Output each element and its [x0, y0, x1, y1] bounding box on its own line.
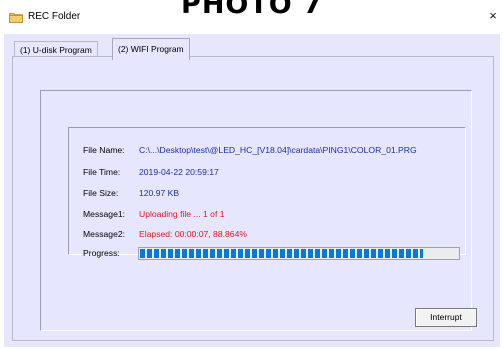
- tab-panel-wifi-program: File Name: C:\...\Desktop\test\@LED_HC_[…: [12, 56, 494, 341]
- overlay-caption: PHOTO 7: [181, 0, 323, 20]
- interrupt-button[interactable]: Interrupt: [415, 308, 477, 327]
- file-name-value: C:\...\Desktop\test\@LED_HC_[V18.04]\car…: [139, 145, 417, 155]
- file-time-label: File Time:: [83, 167, 121, 177]
- tab-wifi-program[interactable]: (2) WIFI Program: [112, 38, 190, 60]
- file-time-value: 2019-04-22 20:59:17: [139, 167, 219, 177]
- window-body: (1) U-disk Program (2) WIFI Program File…: [4, 34, 500, 347]
- file-name-label: File Name:: [83, 145, 125, 155]
- message2-label: Message2:: [83, 229, 126, 239]
- message1-value: Uploading file ... 1 of 1: [139, 209, 225, 219]
- progress-bar-fill: [140, 249, 423, 258]
- file-size-label: File Size:: [83, 188, 119, 198]
- progress-label: Progress:: [83, 248, 120, 258]
- message1-label: Message1:: [83, 209, 126, 219]
- progress-bar: [138, 247, 460, 260]
- message2-value: Elapsed: 00:00:07, 88.864%: [139, 229, 247, 239]
- upload-group-box: File Name: C:\...\Desktop\test\@LED_HC_[…: [40, 90, 477, 331]
- transfer-info-box: File Name: C:\...\Desktop\test\@LED_HC_[…: [68, 127, 466, 260]
- file-size-value: 120.97 KB: [139, 188, 180, 198]
